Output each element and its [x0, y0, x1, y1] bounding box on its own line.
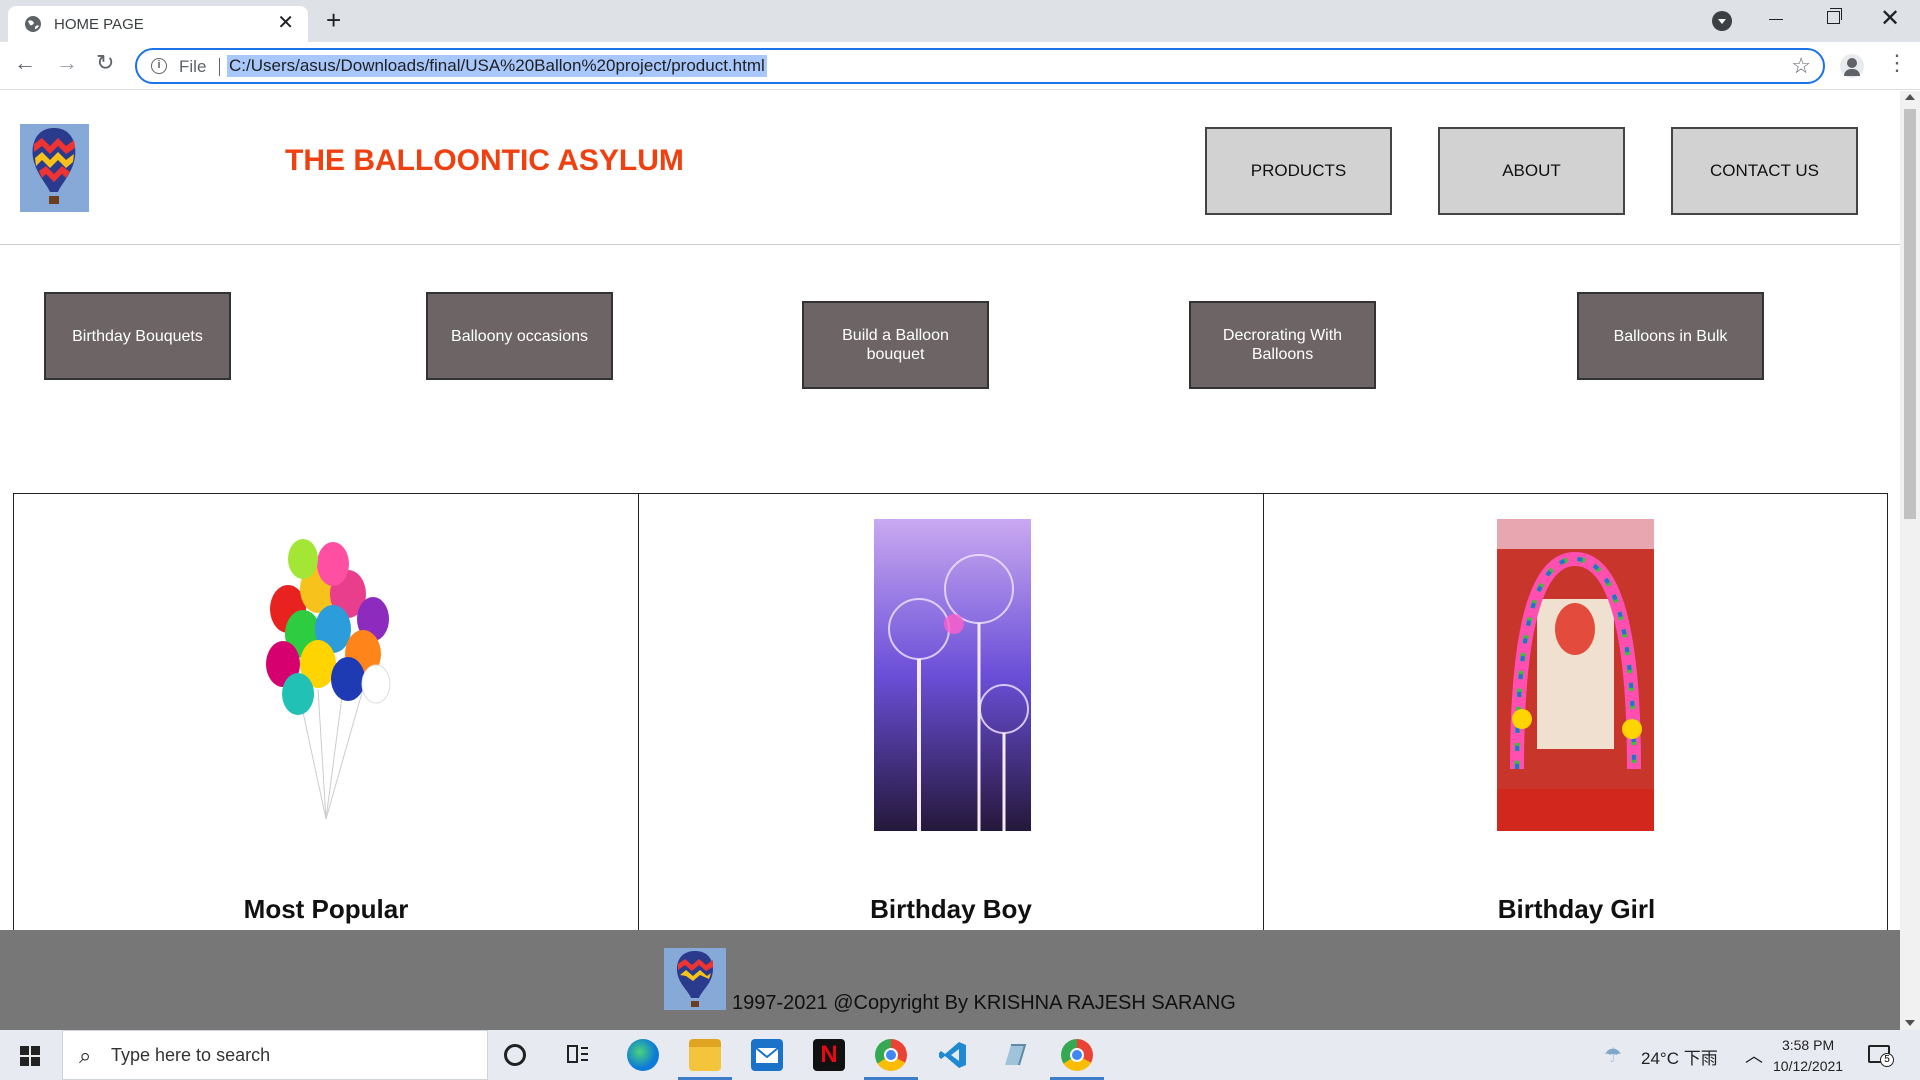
scroll-up-arrow[interactable]: [1905, 94, 1915, 100]
chevron-up-icon[interactable]: ︿: [1745, 1042, 1763, 1068]
weather-text[interactable]: 24°C 下雨: [1641, 1044, 1718, 1069]
search-placeholder: Type here to search: [111, 1045, 271, 1065]
birthday-boy-image: [874, 519, 1031, 831]
header-divider: [0, 244, 1900, 245]
tab-search-icon[interactable]: [1712, 11, 1732, 31]
scroll-thumb[interactable]: [1904, 109, 1916, 519]
weather-icon: ☂: [1604, 1045, 1622, 1067]
windows-taskbar: ⌕ Type here to search N ☂ 24°C 下雨 ︿ 3:58…: [0, 1030, 1920, 1080]
clock-date: 10/12/2021: [1773, 1058, 1844, 1074]
profile-icon[interactable]: [1840, 54, 1864, 78]
window-close-icon[interactable]: ✕: [1880, 4, 1900, 33]
app-icon[interactable]: [999, 1039, 1031, 1071]
windows-start-icon[interactable]: [20, 1046, 40, 1066]
file-explorer-icon[interactable]: [689, 1039, 721, 1071]
taskbar-search[interactable]: ⌕ Type here to search: [62, 1030, 488, 1080]
reload-icon[interactable]: ↻: [96, 50, 114, 76]
browser-toolbar: ← → ↻ i File C:/Users/asus/Downloads/fin…: [0, 42, 1920, 90]
notification-count: 5: [1880, 1053, 1894, 1067]
hot-air-balloon-icon: [20, 124, 89, 212]
minimize-icon[interactable]: [1769, 19, 1783, 20]
site-title: THE BALLOONTIC ASYLUM: [285, 144, 684, 177]
category-decorating[interactable]: Decrorating With Balloons: [1189, 301, 1376, 389]
cortana-icon[interactable]: [504, 1044, 526, 1066]
back-arrow-icon[interactable]: ←: [14, 50, 36, 76]
clock-time: 3:58 PM: [1781, 1037, 1835, 1053]
bookmark-star-icon[interactable]: ☆: [1791, 53, 1811, 79]
product-card[interactable]: Birthday Girl: [1264, 494, 1889, 964]
scroll-down-arrow[interactable]: [1905, 1020, 1915, 1026]
restore-icon[interactable]: [1827, 8, 1842, 24]
copyright-text: 1997-2021 @Copyright By KRISHNA RAJESH S…: [732, 992, 1236, 1014]
product-grid: Most Popular Birthday Boy Birthday Girl: [13, 493, 1889, 964]
url-scheme: File: [179, 57, 207, 76]
tab-title: HOME PAGE: [54, 16, 144, 33]
forward-arrow-icon[interactable]: →: [56, 50, 78, 76]
balloon-bouquet-image: [248, 519, 405, 831]
info-icon[interactable]: i: [151, 58, 167, 74]
vscode-icon[interactable]: [937, 1039, 969, 1071]
taskbar-clock[interactable]: 3:58 PM 10/12/2021: [1773, 1035, 1843, 1077]
netflix-icon[interactable]: N: [813, 1039, 845, 1071]
category-bulk[interactable]: Balloons in Bulk: [1577, 292, 1764, 380]
category-birthday-bouquets[interactable]: Birthday Bouquets: [44, 292, 231, 380]
category-build-bouquet[interactable]: Build a Balloon bouquet: [802, 301, 989, 389]
globe-icon: [25, 16, 41, 32]
nav-about-button[interactable]: ABOUT: [1438, 127, 1625, 215]
browser-tab[interactable]: HOME PAGE ✕: [8, 6, 308, 42]
chrome-icon[interactable]: [875, 1039, 907, 1071]
notification-icon[interactable]: 5: [1868, 1045, 1894, 1067]
birthday-girl-image: [1497, 519, 1654, 831]
site-logo[interactable]: [20, 124, 89, 212]
page-scrollbar[interactable]: [1900, 91, 1920, 1030]
product-card[interactable]: Most Popular: [14, 494, 639, 964]
task-view-icon[interactable]: [566, 1044, 590, 1066]
nav-products-button[interactable]: PRODUCTS: [1205, 127, 1392, 215]
footer-logo: [664, 948, 726, 1010]
close-tab-icon[interactable]: ✕: [277, 13, 294, 33]
address-bar[interactable]: i File C:/Users/asus/Downloads/final/USA…: [135, 48, 1825, 84]
footer: 1997-2021 @Copyright By KRISHNA RAJESH S…: [0, 930, 1900, 1030]
divider: [219, 58, 220, 76]
category-balloony-occasions[interactable]: Balloony occasions: [426, 292, 613, 380]
tab-strip: HOME PAGE ✕ + ✕: [0, 0, 1920, 42]
chrome-icon[interactable]: [1061, 1039, 1093, 1071]
mail-icon[interactable]: [751, 1039, 783, 1071]
product-label: Birthday Boy: [870, 894, 1032, 924]
nav-contact-button[interactable]: CONTACT US: [1671, 127, 1858, 215]
browser-menu-icon[interactable]: ⋮: [1886, 52, 1908, 74]
hot-air-balloon-icon: [664, 948, 726, 1010]
url-text[interactable]: C:/Users/asus/Downloads/final/USA%20Ball…: [227, 55, 767, 77]
search-icon: ⌕: [79, 1043, 92, 1068]
page-viewport: THE BALLOONTIC ASYLUM PRODUCTS ABOUT CON…: [0, 91, 1900, 1030]
new-tab-button[interactable]: +: [326, 6, 341, 34]
product-label: Birthday Girl: [1497, 894, 1656, 924]
edge-icon[interactable]: [627, 1039, 659, 1071]
product-label: Most Popular: [243, 894, 409, 924]
product-card[interactable]: Birthday Boy: [639, 494, 1264, 964]
